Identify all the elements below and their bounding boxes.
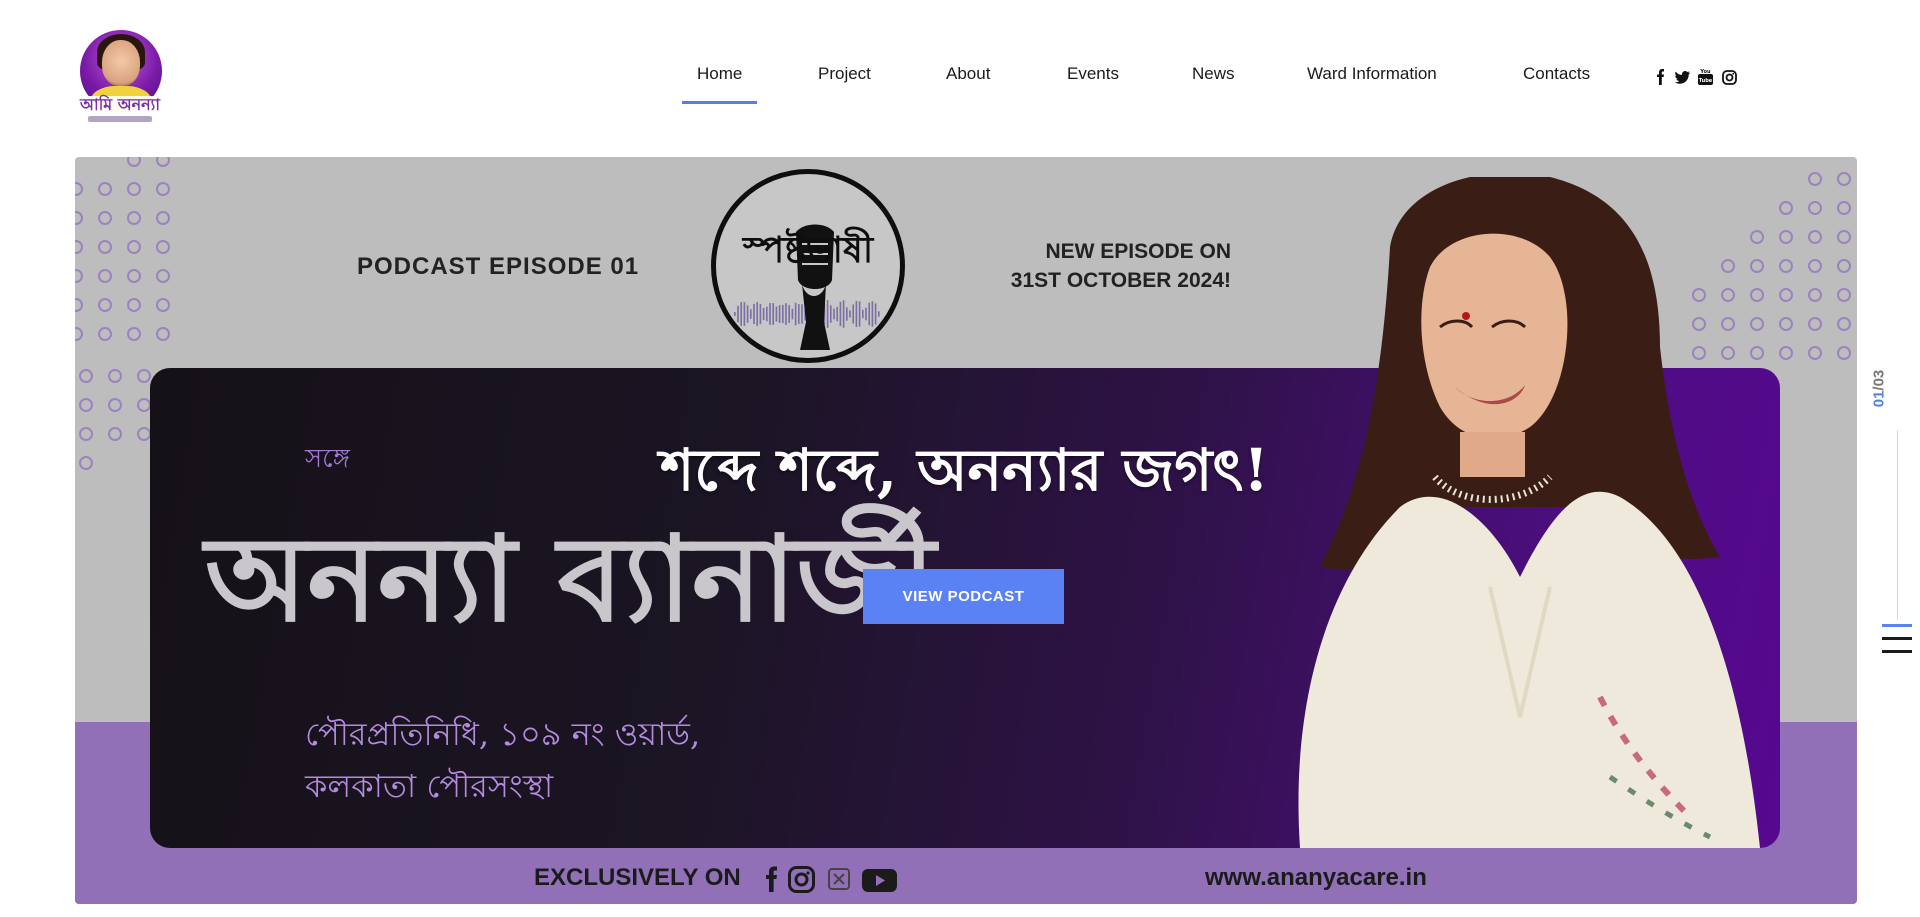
decorative-dot	[127, 157, 141, 167]
decorative-dot	[127, 211, 141, 225]
decorative-dot	[98, 211, 112, 225]
hero-name: অনন্যা ব্যানার্জী	[205, 509, 936, 648]
decorative-dot	[1837, 288, 1851, 302]
with-label: সঙ্গে	[305, 444, 350, 474]
decorative-dot	[127, 182, 141, 196]
portrait-photo	[1298, 177, 1760, 848]
decorative-dot	[75, 269, 83, 283]
svg-text:You: You	[1699, 69, 1711, 75]
nav-ward-information[interactable]: Ward Information	[1307, 64, 1437, 84]
podcast-logo: স্পষ্টভাষী	[711, 169, 905, 363]
decorative-dot	[108, 427, 122, 441]
decorative-dot	[98, 240, 112, 254]
decorative-dot	[79, 427, 93, 441]
hero-role: পৌরপ্রতিনিধি, ১০৯ নং ওয়ার্ড, কলকাতা পৌর…	[305, 715, 701, 805]
decorative-dot	[1837, 201, 1851, 215]
decorative-dot	[79, 398, 93, 412]
decorative-dot	[98, 269, 112, 283]
nav-project[interactable]: Project	[818, 64, 871, 84]
decorative-dot	[127, 298, 141, 312]
decorative-dot	[79, 369, 93, 383]
facebook-icon[interactable]	[766, 866, 777, 893]
twitter-icon[interactable]	[1674, 71, 1690, 84]
decorative-dot	[127, 269, 141, 283]
decorative-dot	[75, 327, 83, 341]
view-podcast-button[interactable]: VIEW PODCAST	[863, 569, 1064, 624]
decorative-dot	[98, 182, 112, 196]
decorative-dot	[127, 240, 141, 254]
decorative-dot	[1837, 230, 1851, 244]
decorative-dot	[98, 327, 112, 341]
nav-contacts[interactable]: Contacts	[1523, 64, 1590, 84]
exclusively-on-label: EXCLUSIVELY ON	[534, 864, 741, 891]
decorative-dot	[108, 369, 122, 383]
nav-events[interactable]: Events	[1067, 64, 1119, 84]
youtube-icon[interactable]: You Tube	[1698, 69, 1713, 85]
decorative-dot	[98, 298, 112, 312]
decorative-dot	[156, 269, 170, 283]
nav-about[interactable]: About	[946, 64, 990, 84]
new-episode-date: NEW EPISODE ON 31ST OCTOBER 2024!	[1010, 240, 1231, 292]
episode-label: PODCAST EPISODE 01	[357, 253, 640, 280]
nav-home[interactable]: Home	[681, 64, 758, 104]
instagram-icon[interactable]	[1722, 70, 1737, 85]
decorative-dot	[156, 157, 170, 167]
decorative-dot	[75, 211, 83, 225]
decorative-dot	[156, 327, 170, 341]
decorative-dot	[156, 240, 170, 254]
slide-progress-line	[1897, 430, 1898, 620]
decorative-dot	[75, 240, 83, 254]
logo-text: আমি অনন্যা	[78, 96, 162, 114]
decorative-dot	[1837, 172, 1851, 186]
platform-icons	[766, 866, 897, 893]
svg-text:Tube: Tube	[1699, 78, 1713, 84]
x-icon[interactable]	[828, 868, 850, 890]
nav-news[interactable]: News	[1192, 64, 1235, 84]
decorative-dot	[137, 427, 151, 441]
decorative-dot	[79, 456, 93, 470]
decorative-dot	[156, 211, 170, 225]
decorative-dot	[108, 398, 122, 412]
decorative-dot	[1837, 346, 1851, 360]
decorative-dot	[127, 327, 141, 341]
decorative-dot	[156, 182, 170, 196]
site-logo[interactable]: আমি অনন্যা	[78, 30, 162, 127]
podcast-title: স্পষ্টভাষী	[742, 229, 874, 271]
slide-menu-icon[interactable]	[1882, 624, 1912, 663]
website-url[interactable]: www.ananyacare.in	[1205, 864, 1427, 892]
decorative-dot	[137, 398, 151, 412]
logo-tagline	[88, 116, 152, 122]
decorative-dot	[137, 369, 151, 383]
instagram-icon[interactable]	[788, 866, 815, 893]
decorative-dot	[75, 182, 83, 196]
hero-banner: PODCAST EPISODE 01 NEW EPISODE ON 31ST O…	[75, 157, 1857, 904]
decorative-dot	[1837, 259, 1851, 273]
decorative-dot	[156, 298, 170, 312]
header-social-icons: You Tube	[1655, 68, 1745, 89]
youtube-icon[interactable]	[862, 869, 897, 892]
slide-counter: 01/03	[1870, 369, 1888, 408]
decorative-dot	[75, 298, 83, 312]
decorative-dot	[1837, 317, 1851, 331]
facebook-icon[interactable]	[1657, 69, 1664, 85]
